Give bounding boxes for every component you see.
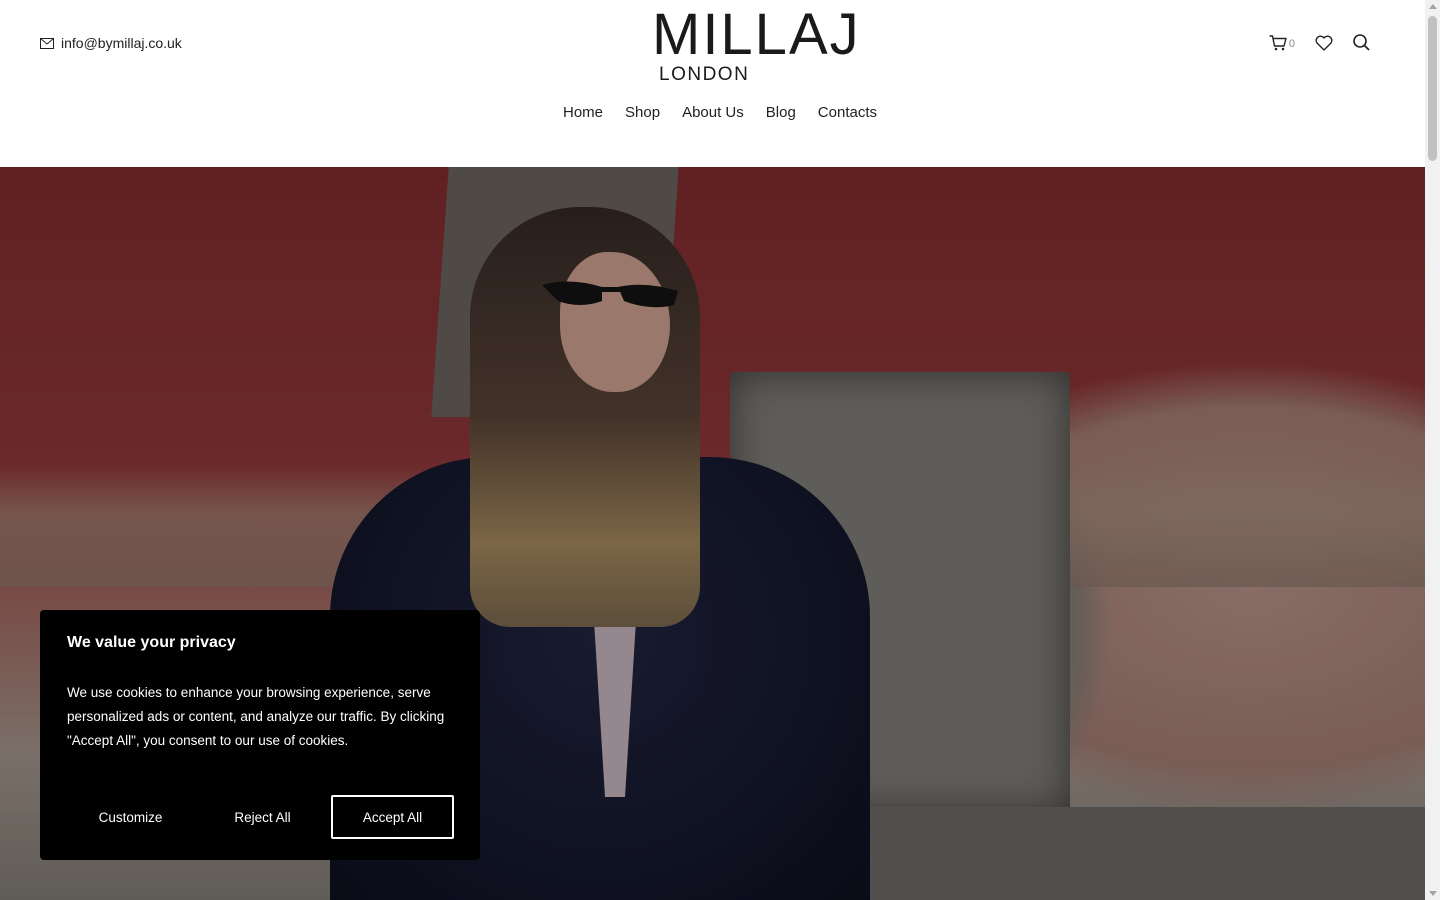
mail-icon — [40, 37, 54, 49]
nav-item-home[interactable]: Home — [563, 104, 603, 121]
page-scrollbar[interactable] — [1425, 0, 1440, 900]
reject-all-button[interactable]: Reject All — [194, 795, 331, 839]
email-link[interactable]: info@bymillaj.co.uk — [61, 35, 182, 51]
logo-subtitle: LONDON — [659, 64, 750, 85]
scroll-down-arrow-icon[interactable] — [1429, 891, 1437, 896]
cookie-description: We use cookies to enhance your browsing … — [67, 685, 445, 748]
contact-email[interactable]: info@bymillaj.co.uk — [40, 35, 182, 51]
accept-all-button[interactable]: Accept All — [331, 795, 454, 839]
cart-icon — [1269, 34, 1287, 56]
search-icon[interactable] — [1353, 34, 1370, 56]
customize-button[interactable]: Customize — [67, 795, 194, 839]
site-logo[interactable]: MILLAJ LONDON — [652, 4, 866, 88]
nav-item-about-us[interactable]: About Us — [682, 104, 744, 121]
scroll-thumb[interactable] — [1428, 16, 1437, 161]
cookie-actions: Customize Reject All Accept All — [67, 795, 454, 839]
header-icons: 0 — [1269, 34, 1370, 56]
logo-wordmark: MILLAJ — [652, 2, 861, 67]
scroll-up-arrow-icon[interactable] — [1429, 4, 1437, 9]
cookie-consent-banner: We value your privacy We use cookies to … — [40, 610, 480, 860]
cookie-title: We value your privacy — [67, 634, 236, 651]
nav-item-contacts[interactable]: Contacts — [818, 104, 877, 121]
main-nav: Home Shop About Us Blog Contacts — [563, 104, 877, 121]
cart-button[interactable]: 0 — [1269, 34, 1295, 56]
heart-icon[interactable] — [1315, 35, 1333, 56]
nav-item-blog[interactable]: Blog — [766, 104, 796, 121]
nav-item-shop[interactable]: Shop — [625, 104, 660, 121]
site-header: info@bymillaj.co.uk MILLAJ LONDON Home S… — [0, 0, 1425, 167]
cart-count: 0 — [1288, 37, 1295, 50]
